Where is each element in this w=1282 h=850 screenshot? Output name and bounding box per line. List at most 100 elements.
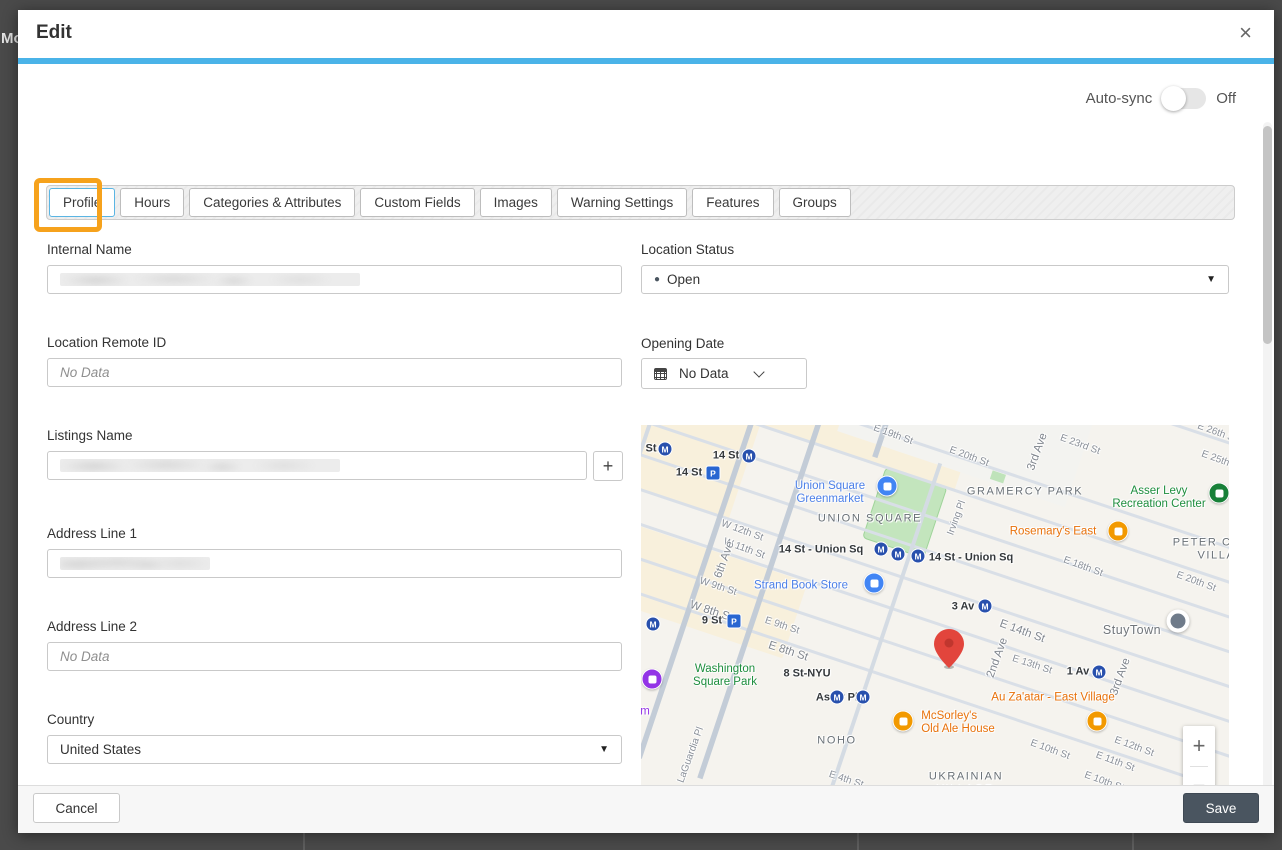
add-listings-name-button[interactable]: + bbox=[593, 451, 623, 481]
subway-station-icon: M bbox=[911, 549, 926, 564]
subway-station-icon: M bbox=[1092, 665, 1107, 680]
map-label: E 10th St bbox=[1029, 738, 1072, 763]
edit-location-modal: Edit × Auto-sync Off ProfileHoursCategor… bbox=[18, 10, 1274, 833]
location-status-label: Location Status bbox=[641, 242, 734, 257]
tab-images[interactable]: Images bbox=[480, 188, 552, 217]
map-label: 14 St bbox=[676, 467, 702, 480]
location-map[interactable]: St14 St14 St9 St14 St - Union Sq14 St - … bbox=[641, 425, 1229, 785]
opening-date-picker[interactable]: No Data bbox=[641, 358, 807, 389]
save-button[interactable]: Save bbox=[1183, 793, 1259, 823]
listings-name-label: Listings Name bbox=[47, 428, 133, 443]
tab-features[interactable]: Features bbox=[692, 188, 773, 217]
toggle-knob bbox=[1161, 86, 1186, 111]
map-label: E 18th St bbox=[1062, 555, 1105, 580]
map-label: Washington Square Park bbox=[693, 663, 757, 689]
zoom-out-button[interactable]: − bbox=[1183, 767, 1215, 786]
modal-title: Edit bbox=[36, 22, 72, 44]
map-label: E 26th St bbox=[1196, 425, 1229, 445]
poi-icon bbox=[864, 573, 885, 594]
map-label: PETER COOPER VILLAGE bbox=[1173, 536, 1229, 561]
auto-sync-label: Auto-sync bbox=[1086, 90, 1153, 107]
map-label: E 9th St bbox=[763, 615, 800, 637]
map-label: 14 St - Union Sq bbox=[779, 544, 863, 557]
map-label: E 20th St bbox=[948, 445, 991, 470]
map-label: E 25th St bbox=[1200, 449, 1229, 474]
subway-station-icon: M bbox=[830, 690, 845, 705]
path-station-icon: P bbox=[706, 466, 721, 481]
address-line-1-label: Address Line 1 bbox=[47, 526, 137, 541]
path-station-icon: P bbox=[727, 614, 742, 629]
caret-down-icon: ▼ bbox=[599, 744, 609, 755]
map-label: St bbox=[646, 443, 657, 456]
subway-station-icon: M bbox=[978, 599, 993, 614]
map-label: Asser Levy Recreation Center bbox=[1112, 485, 1205, 511]
poi-icon bbox=[1108, 521, 1129, 542]
country-select[interactable]: United States ▼ bbox=[47, 735, 622, 764]
scrollbar-thumb[interactable] bbox=[1263, 126, 1272, 344]
internal-name-input[interactable] bbox=[47, 265, 622, 294]
map-label: 6th Ave bbox=[712, 540, 737, 580]
tab-warning-settings[interactable]: Warning Settings bbox=[557, 188, 687, 217]
map-label: E 19th St bbox=[872, 425, 915, 447]
subway-station-icon: M bbox=[658, 442, 673, 457]
map-label: NOHO bbox=[817, 735, 856, 748]
scrollbar-track[interactable] bbox=[1263, 122, 1272, 785]
map-label: StuyTown bbox=[1103, 623, 1161, 637]
map-label: W 12th St bbox=[719, 518, 764, 544]
close-icon[interactable]: × bbox=[1239, 20, 1252, 46]
map-label: 3rd Ave bbox=[1025, 432, 1051, 473]
country-value: United States bbox=[60, 742, 141, 757]
tab-bar: ProfileHoursCategories & AttributesCusto… bbox=[46, 185, 1235, 220]
map-label: E 23rd St bbox=[1058, 432, 1101, 457]
map-label: 3 Av bbox=[952, 601, 974, 614]
place-ring-icon bbox=[1167, 610, 1190, 633]
modal-body: Auto-sync Off ProfileHoursCategories & A… bbox=[18, 64, 1274, 785]
map-label: 3rd Ave bbox=[1108, 657, 1134, 698]
auto-sync-control: Auto-sync Off bbox=[1086, 88, 1236, 109]
address-line-2-input[interactable]: No Data bbox=[47, 642, 622, 671]
poi-icon bbox=[642, 669, 663, 690]
map-label: 1 Av bbox=[1067, 666, 1089, 679]
poi-icon bbox=[1087, 711, 1108, 732]
placeholder-text: No Data bbox=[60, 649, 110, 664]
map-label: UKRAINIAN VILLAGE bbox=[929, 770, 1003, 785]
tab-hours[interactable]: Hours bbox=[120, 188, 184, 217]
redacted-value bbox=[60, 557, 210, 570]
background-divider bbox=[857, 833, 859, 850]
country-label: Country bbox=[47, 712, 94, 727]
cancel-button[interactable]: Cancel bbox=[33, 793, 120, 823]
auto-sync-state: Off bbox=[1216, 90, 1236, 107]
map-labels-layer: St14 St14 St9 St14 St - Union Sq14 St - … bbox=[641, 425, 1229, 785]
map-label: Strand Book Store bbox=[754, 579, 848, 592]
zoom-in-button[interactable]: + bbox=[1183, 726, 1215, 766]
map-label: Au Za'atar - East Village bbox=[991, 691, 1114, 704]
subway-station-icon: M bbox=[891, 547, 906, 562]
map-label: E 12th St bbox=[1113, 735, 1156, 760]
map-label: Union Square Greenmarket bbox=[795, 480, 865, 506]
map-label: Irving Pl bbox=[945, 499, 968, 537]
status-dot-icon: ● bbox=[654, 274, 660, 285]
redacted-value bbox=[60, 459, 340, 472]
location-remote-id-input[interactable]: No Data bbox=[47, 358, 622, 387]
tab-profile[interactable]: Profile bbox=[49, 188, 115, 217]
location-status-select[interactable]: ● Open ▼ bbox=[641, 265, 1229, 294]
opening-date-label: Opening Date bbox=[641, 336, 724, 351]
address-line-1-input[interactable] bbox=[47, 549, 622, 578]
map-label: 14 St - Union Sq bbox=[929, 552, 1013, 565]
tab-custom-fields[interactable]: Custom Fields bbox=[360, 188, 474, 217]
chevron-down-icon bbox=[753, 366, 764, 377]
internal-name-label: Internal Name bbox=[47, 242, 132, 257]
map-label: E 13th St bbox=[1011, 653, 1054, 677]
map-label: E 14th St bbox=[998, 618, 1047, 647]
subway-station-icon: M bbox=[742, 449, 757, 464]
placeholder-text: No Data bbox=[60, 365, 110, 380]
tab-groups[interactable]: Groups bbox=[779, 188, 851, 217]
map-label: E 11th St bbox=[1094, 750, 1136, 775]
map-label: E 8th St bbox=[766, 639, 809, 664]
auto-sync-toggle[interactable] bbox=[1162, 88, 1206, 109]
map-label: 2nd Ave bbox=[985, 636, 1012, 679]
background-divider bbox=[303, 833, 305, 850]
listings-name-input[interactable] bbox=[47, 451, 587, 480]
tab-categories-attributes[interactable]: Categories & Attributes bbox=[189, 188, 355, 217]
map-zoom-control: + − bbox=[1183, 726, 1215, 785]
